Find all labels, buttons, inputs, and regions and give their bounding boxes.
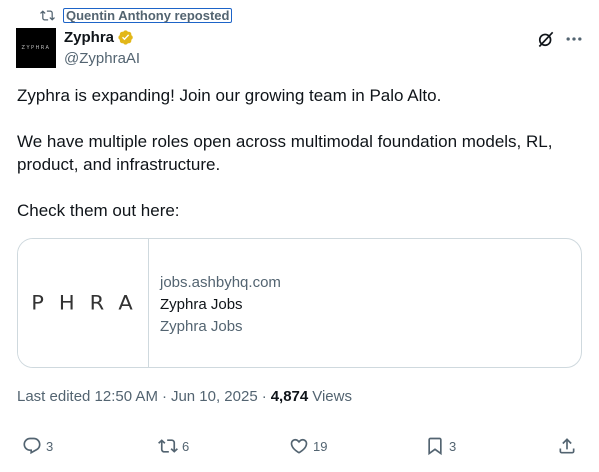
meta-separator: · [161, 388, 167, 405]
edited-timestamp[interactable]: Last edited 12:50 AM [17, 388, 158, 405]
bookmark-icon [428, 437, 442, 456]
grok-icon[interactable] [536, 29, 556, 49]
card-title: Zyphra Jobs [160, 296, 243, 313]
retweet-icon [158, 439, 178, 453]
tweet-meta: Last edited 12:50 AM · Jun 10, 2025 · 4,… [17, 388, 352, 405]
verified-gold-icon [118, 30, 133, 45]
meta-separator: · [261, 388, 267, 405]
repost-header: Quentin Anthony reposted [40, 7, 233, 24]
repost-count: 6 [182, 438, 190, 454]
link-card[interactable]: ZYPHRA jobs.ashbyhq.com Zyphra Jobs Zyph… [17, 238, 582, 368]
card-domain: jobs.ashbyhq.com [160, 274, 281, 291]
views-label: Views [312, 388, 352, 405]
repost-label[interactable]: Quentin Anthony reposted [63, 8, 233, 23]
repost-button[interactable]: 6 [158, 436, 189, 456]
display-name[interactable]: Zyphra [64, 29, 114, 46]
avatar[interactable]: ZYPHRA [16, 28, 56, 68]
tweet-paragraph: Check them out here: [17, 201, 180, 220]
author-handle[interactable]: @ZyphraAI [64, 50, 140, 67]
post-date[interactable]: Jun 10, 2025 [171, 388, 258, 405]
repost-icon [40, 10, 55, 21]
reply-button[interactable]: 3 [22, 436, 53, 456]
card-logo-text: ZYPHRA [18, 291, 148, 315]
share-icon [559, 438, 575, 454]
tweet-paragraph: Zyphra is expanding! Join our growing te… [17, 86, 442, 105]
bookmark-button[interactable]: 3 [425, 436, 456, 456]
reply-icon [23, 437, 41, 455]
views-count: 4,874 [270, 388, 309, 405]
author-name-row: Zyphra [64, 29, 134, 46]
like-button[interactable]: 19 [289, 436, 327, 456]
action-bar: 3 6 19 3 [0, 436, 599, 458]
avatar-logo-text: ZYPHRA [21, 45, 51, 51]
reply-count: 3 [46, 438, 54, 454]
like-count: 19 [313, 438, 328, 454]
tweet-text: Zyphra is expanding! Join our growing te… [17, 84, 587, 245]
share-button[interactable] [557, 436, 581, 456]
card-description: Zyphra Jobs [160, 318, 243, 335]
more-icon[interactable] [564, 29, 584, 49]
heart-icon [290, 438, 308, 454]
card-image[interactable]: ZYPHRA [18, 239, 149, 367]
tweet-paragraph: We have multiple roles open across multi… [17, 132, 553, 174]
bookmark-count: 3 [449, 438, 457, 454]
